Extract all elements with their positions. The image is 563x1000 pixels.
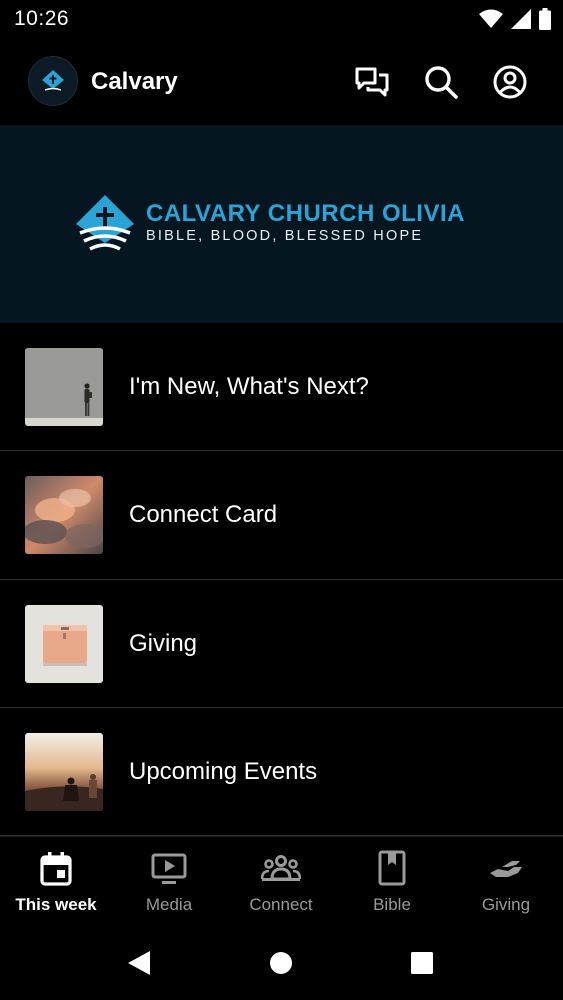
person-by-wall-image	[25, 348, 103, 426]
church-tagline: BIBLE, BLOOD, BLESSED HOPE	[146, 228, 424, 244]
calendar-icon	[40, 852, 72, 886]
list-item-upcoming-events[interactable]: Upcoming Events	[0, 708, 563, 837]
bottom-nav: This week Media Connect Bible Giving	[0, 836, 563, 928]
tab-bible[interactable]: Bible	[336, 849, 448, 921]
tab-this-week[interactable]: This week	[0, 849, 112, 921]
content-list: I'm New, What's Next? Connect Card Givin…	[0, 323, 563, 837]
book-icon	[378, 850, 406, 886]
back-icon[interactable]	[124, 948, 154, 978]
app-bar: Calvary	[0, 40, 563, 125]
tab-label: Connect	[249, 895, 313, 914]
tab-label: This week	[15, 895, 97, 914]
status-time: 10:26	[14, 7, 70, 30]
wifi-icon	[479, 9, 503, 28]
system-nav-bar	[0, 928, 563, 1000]
search-icon[interactable]	[421, 62, 461, 102]
tab-connect[interactable]: Connect	[225, 849, 337, 921]
list-item-label: I'm New, What's Next?	[129, 373, 369, 400]
church-name: CALVARY CHURCH OLIVIA	[146, 200, 465, 227]
recents-icon[interactable]	[407, 948, 437, 978]
video-icon	[151, 853, 187, 884]
list-item-giving[interactable]: Giving	[0, 580, 563, 708]
people-at-sunset-image	[25, 732, 103, 811]
mailbox-image	[25, 604, 103, 683]
cellular-signal-icon	[511, 9, 531, 29]
app-title: Calvary	[91, 68, 178, 95]
status-bar: 10:26	[0, 0, 563, 40]
tab-media[interactable]: Media	[113, 849, 225, 921]
list-item-connect-card[interactable]: Connect Card	[0, 451, 563, 580]
list-item-label: Upcoming Events	[129, 757, 318, 785]
tab-giving[interactable]: Giving	[450, 849, 562, 921]
tab-label: Bible	[373, 895, 411, 914]
group-icon	[261, 855, 301, 881]
list-item-label: Giving	[129, 629, 198, 657]
account-icon[interactable]	[490, 62, 530, 102]
church-emblem-icon	[76, 195, 134, 251]
status-icons	[479, 8, 551, 30]
hand-giving-icon	[490, 861, 522, 877]
tab-label: Giving	[481, 895, 531, 914]
chat-icon[interactable]	[352, 62, 392, 102]
list-item-label: Connect Card	[129, 501, 278, 529]
home-icon[interactable]	[266, 948, 296, 978]
battery-icon	[539, 8, 551, 30]
sunset-clouds-image	[25, 476, 103, 555]
list-item-im-new[interactable]: I'm New, What's Next?	[0, 323, 563, 452]
church-logo-icon[interactable]	[28, 56, 78, 106]
tab-label: Media	[145, 895, 193, 914]
